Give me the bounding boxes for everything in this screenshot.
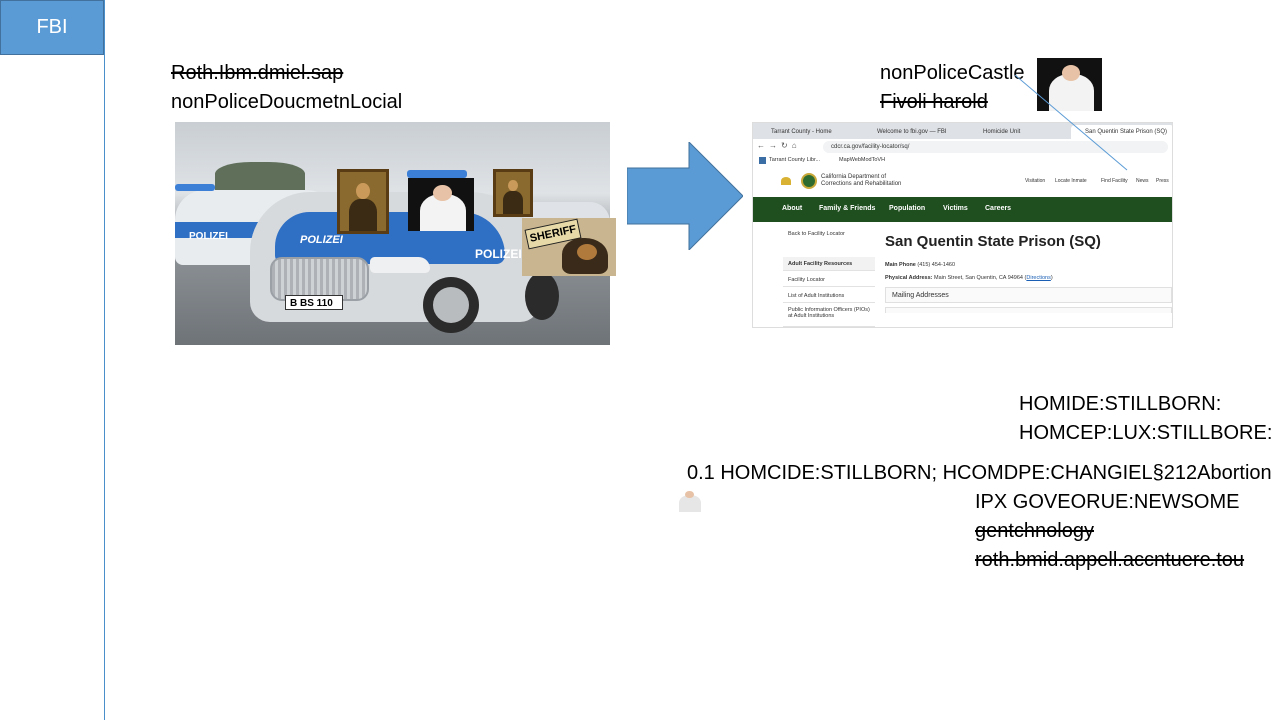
door-text: POLIZEI (475, 247, 522, 261)
left-caption-line2: nonPoliceDoucmetnLocial (171, 91, 403, 113)
mailing-addresses-accordion[interactable]: Mailing Addresses (885, 287, 1172, 303)
url-input[interactable]: cdcr.ca.gov/facility-locator/sq/ (823, 141, 1168, 153)
note-gentchnology: gentchnology (975, 520, 1094, 542)
license-plate: B BS 110 (285, 295, 343, 310)
bookmark-1[interactable]: Tarrant County Libr... (769, 157, 820, 163)
bookmark-2[interactable]: MapWebModToVH (839, 157, 885, 163)
page-title: San Quentin State Prison (SQ) (885, 233, 1101, 250)
pope-image-2 (1037, 58, 1102, 111)
note-homide: HOMIDE:STILLBORN: (1019, 393, 1222, 415)
trees (215, 162, 305, 192)
address-value: Main Street, San Quentin, CA 94964 (934, 275, 1023, 281)
site-nav: About Family & Friends Population Victim… (753, 197, 1172, 222)
browser-screenshot: Tarrant County - Home Welcome to fbi.gov… (752, 122, 1173, 328)
next-accordion[interactable] (885, 307, 1172, 313)
browser-tab-1[interactable]: Tarrant County - Home (757, 125, 861, 139)
nav-about[interactable]: About (782, 205, 802, 212)
site-name-line1: California Department of (821, 174, 887, 180)
address-label: Physical Address: (885, 275, 933, 281)
dog-face (577, 244, 597, 260)
front-rim (433, 287, 469, 323)
left-nav: Back to Facility Locator Adult Facility … (783, 227, 875, 327)
browser-tab-strip: Tarrant County - Home Welcome to fbi.gov… (753, 123, 1172, 139)
left-nav-header: Adult Facility Resources (783, 257, 875, 271)
sheriff-dog-image: SHERIFF (522, 218, 616, 276)
browser-tab-3[interactable]: Homicide Unit (969, 125, 1069, 139)
nav-victims[interactable]: Victims (943, 205, 968, 212)
directions-link[interactable]: Directions (1026, 275, 1050, 281)
sidebar (0, 0, 105, 720)
right-caption-line1: nonPoliceCastle (880, 62, 1025, 84)
hood-text: POLIZEI (300, 234, 343, 246)
site-name-line2: Corrections and Rehabilitation (821, 181, 902, 187)
light-bar-left (175, 184, 215, 191)
rear-wheel (525, 272, 559, 320)
main-content: San Quentin State Prison (SQ) Main Phone… (885, 233, 1172, 313)
note-homcide: 0.1 HOMCIDE:STILLBORN; HCOMDPE:CHANGIEL§… (687, 462, 1272, 484)
left-nav-pios[interactable]: Public Information Officers (PIOs) at Ad… (783, 307, 875, 327)
top-link-press[interactable]: Press (1156, 178, 1169, 184)
fbi-tab[interactable]: FBI (0, 0, 104, 55)
left-nav-adult-institutions[interactable]: List of Adult Institutions (783, 289, 875, 303)
back-link[interactable]: Back to Facility Locator (783, 231, 875, 237)
address-bar-row: ←→↻⌂ cdcr.ca.gov/facility-locator/sq/ (753, 139, 1172, 155)
parked-car-text: POLIZEI (189, 231, 228, 242)
headlight (370, 257, 430, 273)
right-caption-line2: Fivoli harold (880, 91, 988, 113)
top-link-news[interactable]: News (1136, 178, 1149, 184)
left-caption-line1: Roth.Ibm.dmiel.sap (171, 62, 344, 84)
right-arrow-icon (627, 142, 743, 250)
browser-tab-4[interactable]: San Quentin State Prison (SQ) (1071, 125, 1172, 139)
top-link-visitation[interactable]: Visitation (1025, 178, 1045, 184)
top-link-find-facility[interactable]: Find Facility (1101, 178, 1128, 184)
fbi-tab-label: FBI (36, 16, 68, 38)
nav-population[interactable]: Population (889, 205, 925, 212)
top-link-locate-inmate[interactable]: Locate Inmate (1055, 178, 1087, 184)
cdcr-seal-icon (801, 173, 817, 189)
pope-image-3 (673, 487, 705, 512)
nav-buttons-icon[interactable]: ←→↻⌂ (757, 141, 801, 150)
pope-image-1 (408, 178, 474, 231)
note-roth: roth.bmid.appell.accntuere.tou (975, 549, 1245, 571)
left-nav-facility-locator[interactable]: Facility Locator (783, 273, 875, 287)
note-homcep: HOMCEP:LUX:STILLBORE: (1019, 422, 1273, 444)
nav-careers[interactable]: Careers (985, 205, 1011, 212)
site-header: California Department of Corrections and… (753, 167, 1172, 197)
note-ipx: IPX GOVEORUE:NEWSOME (975, 491, 1240, 513)
ca-logo-icon (781, 177, 791, 185)
nav-family-friends[interactable]: Family & Friends (819, 205, 875, 212)
phone-value: (415) 454-1460 (917, 262, 956, 268)
browser-tab-2[interactable]: Welcome to fbi.gov — FBI (863, 125, 967, 139)
mona-lisa-image-1 (337, 169, 389, 234)
light-bar (407, 170, 467, 178)
phone-label: Main Phone (885, 262, 916, 268)
bookmark-icon (759, 157, 766, 164)
mona-lisa-image-2 (493, 169, 533, 217)
